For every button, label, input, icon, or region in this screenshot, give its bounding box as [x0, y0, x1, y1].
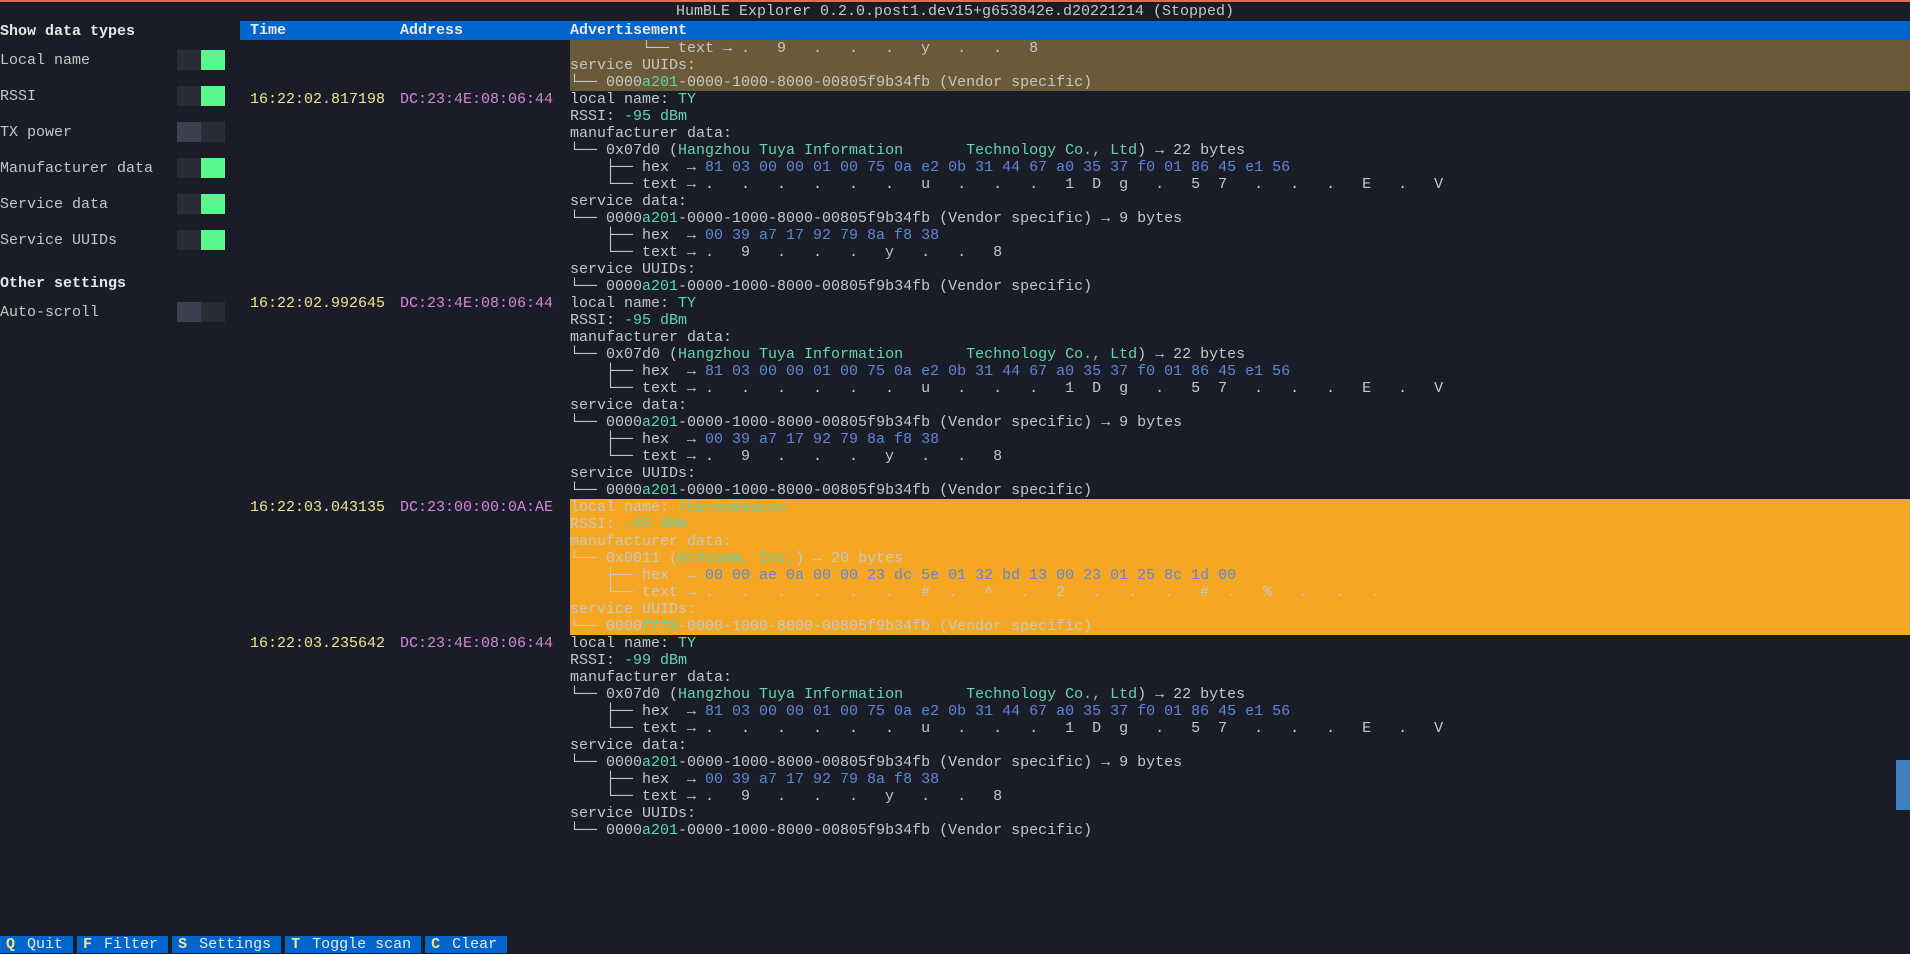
footer-label[interactable]: Settings — [193, 936, 281, 953]
sidebar-item: Service data — [0, 186, 240, 222]
footer-label[interactable]: Toggle scan — [306, 936, 421, 953]
sidebar-item-label: Auto-scroll — [0, 304, 99, 321]
toggle-switch[interactable] — [177, 194, 225, 214]
main-area: Show data types Local name RSSI TX power Ma… — [0, 21, 1910, 935]
cell-time: 16:22:02.992645 — [240, 295, 400, 312]
footer-key[interactable]: S — [172, 936, 193, 953]
cell-time: 16:22:03.043135 — [240, 499, 400, 516]
toggle-switch[interactable] — [177, 302, 225, 322]
title-bar: HumBLE Explorer 0.2.0.post1.dev15+g65384… — [0, 0, 1910, 21]
cell-address: DC:23:00:00:0A:AE — [400, 499, 570, 516]
sidebar-section-title-2: Other settings — [0, 273, 240, 294]
sidebar-item-label: TX power — [0, 124, 72, 141]
app-title: HumBLE Explorer 0.2.0.post1.dev15+g65384… — [676, 3, 1234, 20]
sidebar-item: RSSI — [0, 78, 240, 114]
table-header: Time Address Advertisement — [240, 21, 1910, 40]
cell-advertisement: local name: TY RSSI: -95 dBm manufacture… — [570, 91, 1910, 295]
footer-key[interactable]: C — [425, 936, 446, 953]
toggle-switch[interactable] — [177, 86, 225, 106]
header-advertisement: Advertisement — [570, 22, 1910, 39]
sidebar-section-title: Show data types — [0, 21, 240, 42]
cell-advertisement: local name: TY RSSI: -95 dBm manufacture… — [570, 295, 1910, 499]
footer-key[interactable]: T — [285, 936, 306, 953]
cell-advertisement: local name: TY RSSI: -99 dBm manufacture… — [570, 635, 1910, 839]
cell-address: DC:23:4E:08:06:44 — [400, 635, 570, 652]
footer-key[interactable]: Q — [0, 936, 21, 953]
sidebar-item-label: Local name — [0, 52, 90, 69]
footer-label[interactable]: Quit — [21, 936, 73, 953]
sidebar-item: Service UUIDs — [0, 222, 240, 258]
sidebar-item: Local name — [0, 42, 240, 78]
table-row[interactable]: └── text → . 9 . . . y . . 8 service UUI… — [240, 40, 1910, 91]
content: Time Address Advertisement └── text → . … — [240, 21, 1910, 935]
cell-advertisement: local name: ThermoBeacon RSSI: -85 dBm m… — [570, 499, 1910, 635]
toggle-switch[interactable] — [177, 230, 225, 250]
data-area[interactable]: └── text → . 9 . . . y . . 8 service UUI… — [240, 40, 1910, 935]
sidebar-item-label: Manufacturer data — [0, 160, 153, 177]
sidebar-item: TX power — [0, 114, 240, 150]
cell-time: 16:22:02.817198 — [240, 91, 400, 108]
header-time: Time — [240, 22, 400, 39]
toggle-switch[interactable] — [177, 50, 225, 70]
cell-advertisement: └── text → . 9 . . . y . . 8 service UUI… — [570, 40, 1910, 91]
table-row[interactable]: 16:22:03.043135DC:23:00:00:0A:AE local n… — [240, 499, 1910, 635]
toggle-switch[interactable] — [177, 158, 225, 178]
sidebar-item: Manufacturer data — [0, 150, 240, 186]
sidebar-item: Auto-scroll — [0, 294, 240, 330]
toggle-switch[interactable] — [177, 122, 225, 142]
scrollbar[interactable] — [1896, 760, 1910, 810]
sidebar-item-label: RSSI — [0, 88, 36, 105]
sidebar-item-label: Service data — [0, 196, 108, 213]
footer-label[interactable]: Filter — [98, 936, 168, 953]
cell-address: DC:23:4E:08:06:44 — [400, 295, 570, 312]
cell-address: DC:23:4E:08:06:44 — [400, 91, 570, 108]
header-address: Address — [400, 22, 570, 39]
footer-label[interactable]: Clear — [446, 936, 507, 953]
table-row[interactable]: 16:22:02.992645DC:23:4E:08:06:44 local n… — [240, 295, 1910, 499]
footer-key[interactable]: F — [77, 936, 98, 953]
cell-time: 16:22:03.235642 — [240, 635, 400, 652]
sidebar-item-label: Service UUIDs — [0, 232, 117, 249]
table-row[interactable]: 16:22:03.235642DC:23:4E:08:06:44 local n… — [240, 635, 1910, 839]
sidebar: Show data types Local name RSSI TX power Ma… — [0, 21, 240, 935]
table-row[interactable]: 16:22:02.817198DC:23:4E:08:06:44 local n… — [240, 91, 1910, 295]
footer: Q Quit F Filter S Settings T Toggle scan… — [0, 935, 1910, 954]
